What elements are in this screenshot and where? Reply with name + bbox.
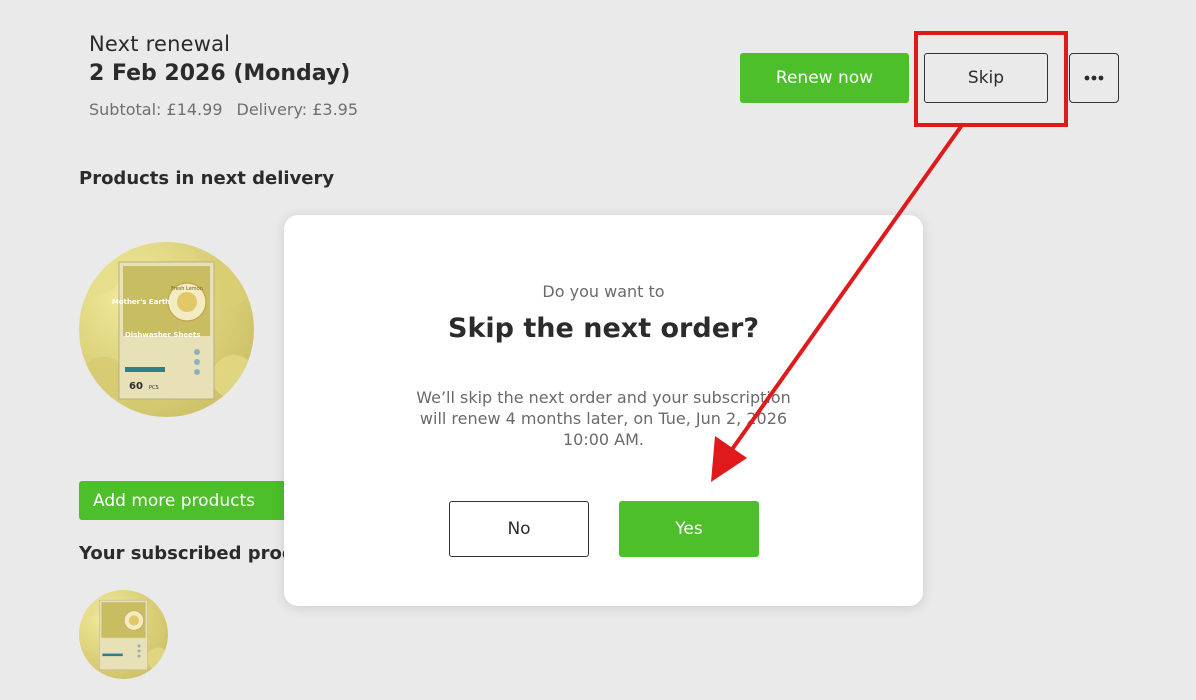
product-name: Dishwasher Sheets xyxy=(125,331,200,339)
modal-body: We’ll skip the next order and your subsc… xyxy=(416,388,791,449)
product-badge: Fresh Lemon xyxy=(171,286,203,292)
skip-button[interactable]: Skip xyxy=(924,53,1048,103)
product-count: 60 xyxy=(129,381,143,392)
ellipsis-icon xyxy=(1084,75,1104,81)
product-brand: Mother's Earth xyxy=(112,298,170,306)
delivery-text: Delivery: £3.95 xyxy=(236,100,359,119)
next-renewal-label: Next renewal xyxy=(89,32,231,56)
product-package-illustration: Fresh Lemon Mother's Earth Dishwasher Sh… xyxy=(79,250,254,407)
product-count-unit: PCS xyxy=(149,385,159,391)
subscribed-product-image[interactable] xyxy=(79,590,168,679)
subtotal-text: Subtotal: £14.99 xyxy=(89,100,223,119)
yes-button[interactable]: Yes xyxy=(619,501,759,557)
no-button[interactable]: No xyxy=(449,501,589,557)
subscribed-products-heading: Your subscribed products xyxy=(79,543,284,564)
modal-title: Skip the next order? xyxy=(448,313,759,344)
subscribed-package-illustration xyxy=(79,594,168,671)
renewal-date: 2 Feb 2026 (Monday) xyxy=(89,61,351,86)
renew-now-button[interactable]: Renew now xyxy=(740,53,909,103)
modal-subtitle: Do you want to xyxy=(542,282,665,301)
renewal-costs: Subtotal: £14.99 Delivery: £3.95 xyxy=(89,100,358,119)
add-more-products-button[interactable]: Add more products xyxy=(79,481,284,520)
more-options-button[interactable] xyxy=(1069,53,1119,103)
skip-confirmation-modal: Do you want to Skip the next order? We’l… xyxy=(284,215,923,606)
product-image[interactable]: Fresh Lemon Mother's Earth Dishwasher Sh… xyxy=(79,242,254,417)
next-delivery-heading: Products in next delivery xyxy=(79,168,335,189)
